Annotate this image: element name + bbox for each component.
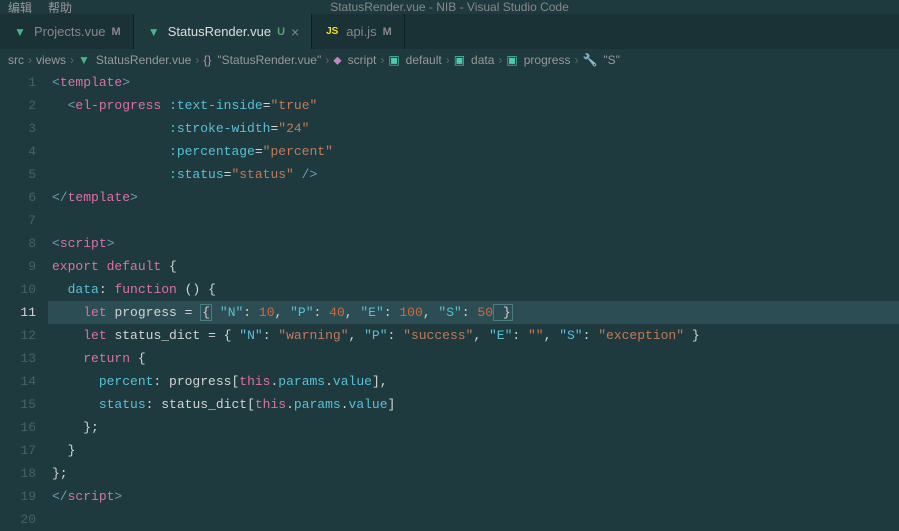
code-line: <script> [48,232,899,255]
breadcrumbs: src › views › ▼ StatusRender.vue › {} "S… [0,49,899,71]
vue-icon: ▼ [12,24,28,40]
close-icon[interactable]: × [291,24,299,40]
tab-statusrender[interactable]: ▼ StatusRender.vue U × [134,14,313,49]
line-number: 17 [0,439,36,462]
code-line: export default { [48,255,899,278]
breadcrumb-item[interactable]: "StatusRender.vue" [217,53,321,67]
tab-label: api.js [346,24,376,39]
breadcrumb-item[interactable]: StatusRender.vue [96,53,191,67]
editor[interactable]: 1 2 3 4 5 6 7 8 9 10 11 12 13 14 15 16 1… [0,71,899,521]
menubar: 编辑 帮助 [0,0,899,14]
code-line: </script> [48,485,899,508]
line-number: 13 [0,347,36,370]
chevron-right-icon: › [70,53,74,67]
breadcrumb-item[interactable]: data [471,53,494,67]
chevron-right-icon: › [28,53,32,67]
breadcrumb-item[interactable]: "S" [603,53,620,67]
line-gutter: 1 2 3 4 5 6 7 8 9 10 11 12 13 14 15 16 1… [0,71,48,521]
line-number: 1 [0,71,36,94]
code-line: } [48,439,899,462]
line-number: 19 [0,485,36,508]
chevron-right-icon: › [446,53,450,67]
breadcrumb-item[interactable]: default [406,53,442,67]
vue-icon: ▼ [78,53,90,67]
tab-projects[interactable]: ▼ Projects.vue M [0,14,134,49]
wrench-icon: 🔧 [582,53,597,67]
chevron-right-icon: › [195,53,199,67]
code-line: return { [48,347,899,370]
line-number: 20 [0,508,36,531]
line-number: 3 [0,117,36,140]
cube-icon: ▣ [388,53,399,67]
js-icon: JS [324,24,340,40]
vue-icon: ▼ [146,24,162,40]
line-number: 7 [0,209,36,232]
line-number: 9 [0,255,36,278]
code-line: }; [48,462,899,485]
line-number: 16 [0,416,36,439]
line-number: 11 [0,301,36,324]
line-number: 6 [0,186,36,209]
code-line: status: status_dict[this.params.value] [48,393,899,416]
tag-icon: ⬥ [333,53,341,68]
chevron-right-icon: › [325,53,329,67]
line-number: 10 [0,278,36,301]
code-area[interactable]: <template> <el-progress :text-inside="tr… [48,71,899,521]
tab-status: M [112,26,121,38]
breadcrumb-item[interactable]: views [36,53,66,67]
chevron-right-icon: › [380,53,384,67]
breadcrumb-item[interactable]: script [348,53,377,67]
line-number: 15 [0,393,36,416]
line-number: 12 [0,324,36,347]
braces-icon: {} [203,53,211,67]
tab-status: U [277,26,285,38]
breadcrumb-item[interactable]: progress [524,53,571,67]
breadcrumb-item[interactable]: src [8,53,24,67]
line-number: 8 [0,232,36,255]
code-line: :status="status" /> [48,163,899,186]
chevron-right-icon: › [574,53,578,67]
code-line: percent: progress[this.params.value], [48,370,899,393]
code-line: }; [48,416,899,439]
cube-icon: ▣ [454,53,465,67]
line-number: 2 [0,94,36,117]
code-line: </template> [48,186,899,209]
line-number: 4 [0,140,36,163]
cube-icon: ▣ [506,53,517,67]
tab-apijs[interactable]: JS api.js M [312,14,405,49]
tab-label: Projects.vue [34,24,106,39]
line-number: 14 [0,370,36,393]
code-line: data: function () { [48,278,899,301]
chevron-right-icon: › [498,53,502,67]
line-number: 18 [0,462,36,485]
line-number: 5 [0,163,36,186]
tab-status: M [383,26,392,38]
code-line: :percentage="percent" [48,140,899,163]
tab-label: StatusRender.vue [168,24,271,39]
code-line: <el-progress :text-inside="true" [48,94,899,117]
code-line [48,209,899,232]
code-line: :stroke-width="24" [48,117,899,140]
code-line: let status_dict = { "N": "warning", "P":… [48,324,899,347]
tab-bar: ▼ Projects.vue M ▼ StatusRender.vue U × … [0,14,899,49]
code-line-active: let progress = { "N": 10, "P": 40, "E": … [48,301,899,324]
code-line: <template> [48,71,899,94]
